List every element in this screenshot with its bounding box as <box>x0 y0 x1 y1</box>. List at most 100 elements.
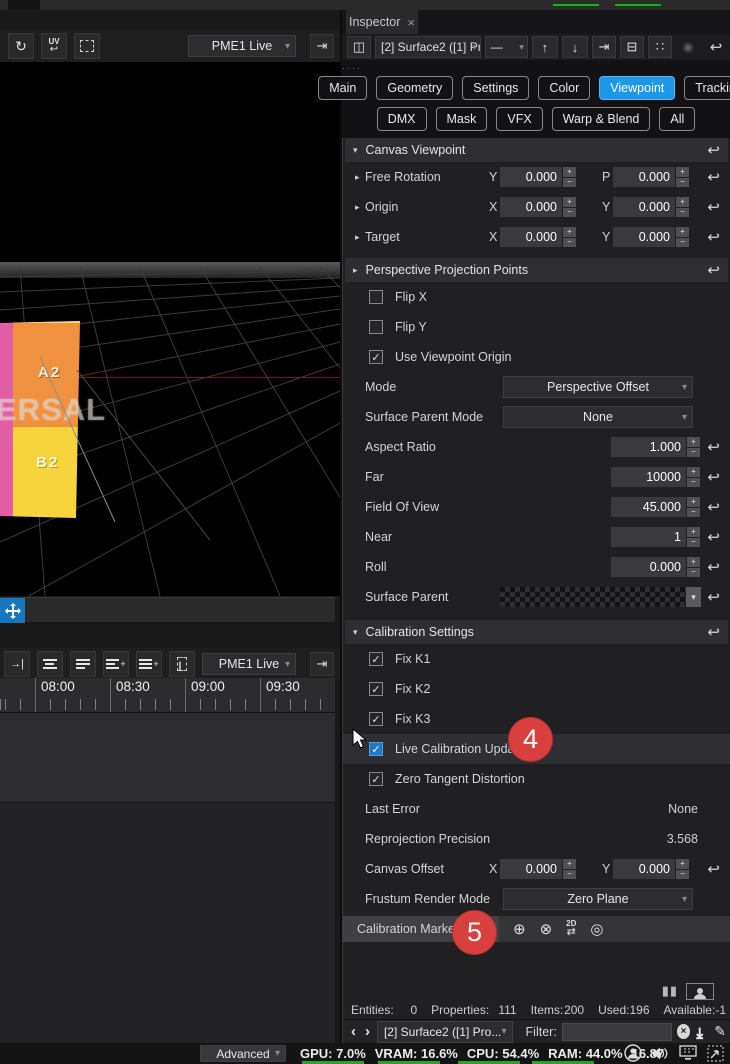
fullscreen-icon[interactable] <box>707 1045 724 1062</box>
timeline-track-area[interactable] <box>0 712 335 802</box>
tab-viewpoint[interactable]: Viewpoint <box>599 76 675 100</box>
number-input[interactable]: 45.000 <box>611 497 686 517</box>
user-icon[interactable] <box>624 1044 642 1062</box>
spinner-up[interactable]: + <box>687 467 700 477</box>
number-input[interactable]: 0.000 <box>613 197 675 217</box>
spinner-down[interactable]: − <box>563 208 576 218</box>
align-tracks-icon[interactable] <box>37 651 63 677</box>
tab-all[interactable]: All <box>659 107 695 131</box>
number-input[interactable]: 0.000 <box>500 197 562 217</box>
reset-icon[interactable]: ↩ <box>707 228 720 246</box>
stack-tracks-icon[interactable] <box>70 651 96 677</box>
tab-inspector[interactable]: Inspector × <box>346 10 418 34</box>
checkbox[interactable]: ✓ <box>369 772 383 786</box>
spinner-down[interactable]: − <box>676 238 689 248</box>
reset-icon[interactable]: ↩ <box>707 261 720 279</box>
display-icon[interactable] <box>679 1045 697 1061</box>
pin-icon[interactable]: ⇥ <box>310 652 334 676</box>
timeline-ruler[interactable]: 08:00 08:30 09:00 09:30 <box>0 678 335 712</box>
nav-prev-icon[interactable]: ‹ <box>349 1023 358 1040</box>
tab-vfx[interactable]: VFX <box>496 107 542 131</box>
clear-filter-icon[interactable]: × <box>677 1024 690 1039</box>
center-view-icon[interactable]: ◎ <box>590 920 603 938</box>
spinner-down[interactable]: − <box>676 208 689 218</box>
reset-icon[interactable]: ↩ <box>707 498 720 516</box>
reset-icon[interactable]: ↩ <box>707 558 720 576</box>
spinner-up[interactable]: + <box>687 527 700 537</box>
frustum-render-mode-select[interactable]: Zero Plane <box>503 888 693 910</box>
section-canvas-viewpoint[interactable]: ▾ Canvas Viewpoint ↩ <box>345 138 728 162</box>
reset-icon[interactable]: ↩ <box>707 860 720 878</box>
mode-select[interactable]: Perspective Offset <box>503 376 693 398</box>
tab-main[interactable]: Main <box>318 76 367 100</box>
close-icon[interactable]: × <box>407 15 415 30</box>
timeline-preset-select[interactable]: PME1 Live <box>202 653 296 675</box>
transform-3d-icon[interactable]: ↻ <box>8 33 34 59</box>
range-select-icon[interactable]: I <box>169 651 195 677</box>
spinner-down[interactable]: − <box>563 178 576 188</box>
swap-2d-icon[interactable]: 2D⇄ <box>566 920 576 938</box>
goto-cursor-icon[interactable]: →| <box>4 651 30 677</box>
spinner-down[interactable]: − <box>676 870 689 880</box>
number-input[interactable]: 0.000 <box>611 557 686 577</box>
expander-closed-icon[interactable]: ▸ <box>355 172 365 183</box>
number-input[interactable]: 0.000 <box>500 227 562 247</box>
nav-next-icon[interactable]: › <box>363 1023 372 1040</box>
checkbox[interactable]: ✓ <box>369 742 383 756</box>
tab-warp-blend[interactable]: Warp & Blend <box>552 107 651 131</box>
move-down-icon[interactable]: ↓ <box>562 36 588 58</box>
tab-settings[interactable]: Settings <box>462 76 529 100</box>
reset-icon[interactable]: ↩ <box>707 141 720 159</box>
spinner-up[interactable]: + <box>563 197 576 207</box>
frame-icon[interactable]: ◫ <box>347 36 371 58</box>
resize-handle[interactable]: ···· <box>342 66 730 74</box>
secondary-select[interactable]: — <box>485 36 528 58</box>
surface-parent-value[interactable] <box>500 587 686 607</box>
multi-select-icon[interactable]: ∷ <box>648 36 672 58</box>
reset-icon[interactable]: ↩ <box>707 623 720 641</box>
reset-icon[interactable]: ↩ <box>707 168 720 186</box>
checkbox[interactable] <box>369 320 383 334</box>
reset-all-icon[interactable]: ↩ <box>704 36 728 58</box>
delete-markers-icon[interactable]: ⊗ <box>540 920 553 938</box>
number-input[interactable]: 0.000 <box>613 167 675 187</box>
uv-mode-icon[interactable]: UV↩ <box>41 33 67 59</box>
number-input[interactable]: 1 <box>611 527 686 547</box>
pan-tool-icon[interactable] <box>0 598 25 623</box>
checkbox[interactable]: ✓ <box>369 712 383 726</box>
reset-icon[interactable]: ↩ <box>707 468 720 486</box>
expander-closed-icon[interactable]: ▸ <box>355 232 365 243</box>
spinner-up[interactable]: + <box>676 859 689 869</box>
pause-icon[interactable]: ▮▮ <box>662 983 678 999</box>
viewport-3d[interactable]: A2 B2 ERSAL <box>0 62 340 596</box>
add-marker-icon[interactable]: ⊕ <box>513 920 526 938</box>
pin-icon[interactable]: ⇥ <box>691 1027 709 1037</box>
section-perspective-projection-points[interactable]: ▸ Perspective Projection Points ↩ <box>345 258 728 282</box>
spinner-down[interactable]: − <box>687 478 700 488</box>
number-input[interactable]: 0.000 <box>500 167 562 187</box>
spinner-down[interactable]: − <box>687 508 700 518</box>
eye-icon[interactable]: ◉ <box>676 36 700 58</box>
tab-dmx[interactable]: DMX <box>377 107 427 131</box>
spinner-down[interactable]: − <box>676 178 689 188</box>
spinner-down[interactable]: − <box>687 568 700 578</box>
number-input[interactable]: 0.000 <box>613 227 675 247</box>
number-input[interactable]: 0.000 <box>500 859 562 879</box>
number-input[interactable]: 0.000 <box>613 859 675 879</box>
checkbox[interactable]: ✓ <box>369 682 383 696</box>
speaker-icon[interactable] <box>652 1046 669 1061</box>
target-history-select[interactable]: [2] Surface2 ([1] Pro... <box>377 1021 513 1043</box>
tab-mask[interactable]: Mask <box>436 107 488 131</box>
chevron-down-icon[interactable]: ▾ <box>686 587 701 607</box>
reset-icon[interactable]: ↩ <box>707 438 720 456</box>
reset-icon[interactable]: ↩ <box>707 198 720 216</box>
spinner-up[interactable]: + <box>563 227 576 237</box>
section-calibration-settings[interactable]: ▾ Calibration Settings ↩ <box>345 620 728 644</box>
tab-tracking[interactable]: Tracking <box>684 76 730 100</box>
spinner-up[interactable]: + <box>687 557 700 567</box>
spinner-up[interactable]: + <box>676 197 689 207</box>
number-input[interactable]: 10000 <box>611 467 686 487</box>
mode-select[interactable]: Advanced <box>200 1045 286 1062</box>
expander-closed-icon[interactable]: ▸ <box>355 202 365 213</box>
move-up-icon[interactable]: ↑ <box>532 36 558 58</box>
